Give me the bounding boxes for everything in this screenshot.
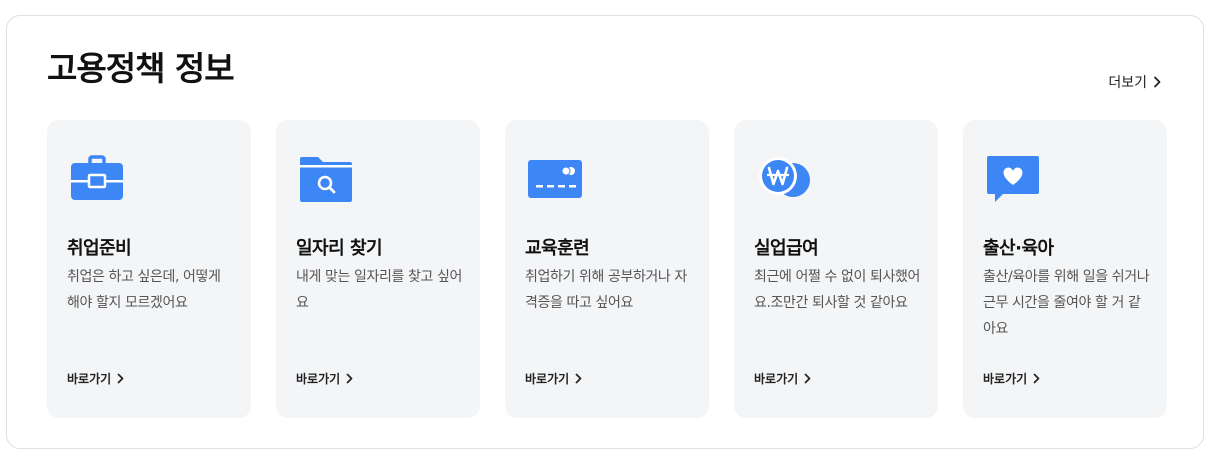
section-title: 고용정책 정보 [47,49,235,88]
card-title: 실업급여 [754,238,819,259]
go-link[interactable]: 바로가기 [983,370,1040,387]
card-title: 취업준비 [67,238,132,259]
chevron-right-icon [346,373,353,384]
chevron-right-icon [117,373,124,384]
card-title: 일자리 찾기 [296,238,383,259]
folder-search-icon [300,157,352,202]
card-description: 최근에 어쩔 수 없이 퇴사했어요.조만간 퇴사할 것 같아요 [754,269,920,311]
chevron-right-icon [1154,76,1161,88]
go-link-label: 바로가기 [296,372,341,386]
briefcase-icon [71,155,123,200]
card-description: 출산/육아를 위해 일을 쉬거나 근무 시간을 줄여야 할 거 같아요 [983,269,1150,337]
card-unemployment-benefit[interactable]: 실업급여 최근에 어쩔 수 없이 퇴사했어요.조만간 퇴사할 것 같아요 바로가… [734,120,938,418]
card-job-search[interactable]: 일자리 찾기 내게 맞는 일자리를 찾고 싶어요 바로가기 [276,120,480,418]
go-link[interactable]: 바로가기 [525,370,582,387]
card-description: 내게 맞는 일자리를 찾고 싶어요 [296,269,462,311]
credit-card-icon [528,160,582,198]
more-link[interactable]: 더보기 [1108,72,1161,92]
go-link[interactable]: 바로가기 [754,370,811,387]
card-childbirth-childcare[interactable]: 출산·육아 출산/육아를 위해 일을 쉬거나 근무 시간을 줄여야 할 거 같아… [963,120,1167,418]
go-link-label: 바로가기 [525,372,570,386]
chevron-right-icon [1033,373,1040,384]
card-job-preparation[interactable]: 취업준비 취업은 하고 싶은데, 어떻게 해야 할지 모르겠어요 바로가기 [47,120,251,418]
card-education-training[interactable]: 교육훈련 취업하기 위해 공부하거나 자격증을 따고 싶어요 바로가기 [505,120,709,418]
go-link-label: 바로가기 [754,372,799,386]
employment-policy-panel: 고용정책 정보 더보기 취업준비 취업은 하고 싶은데, 어떻게 해야 할지 모… [6,15,1204,449]
heart-chat-icon [987,156,1039,202]
card-title: 출산·육아 [983,238,1054,259]
card-description: 취업은 하고 싶은데, 어떻게 해야 할지 모르겠어요 [67,269,221,311]
won-coin-icon [759,157,810,197]
chevron-right-icon [804,373,811,384]
card-list: 취업준비 취업은 하고 싶은데, 어떻게 해야 할지 모르겠어요 바로가기 일자… [47,120,1167,418]
go-link-label: 바로가기 [67,372,112,386]
chevron-right-icon [575,373,582,384]
go-link[interactable]: 바로가기 [67,370,124,387]
go-link-label: 바로가기 [983,372,1028,386]
card-title: 교육훈련 [525,238,590,259]
go-link[interactable]: 바로가기 [296,370,353,387]
card-description: 취업하기 위해 공부하거나 자격증을 따고 싶어요 [525,269,687,311]
more-link-label: 더보기 [1108,75,1147,91]
